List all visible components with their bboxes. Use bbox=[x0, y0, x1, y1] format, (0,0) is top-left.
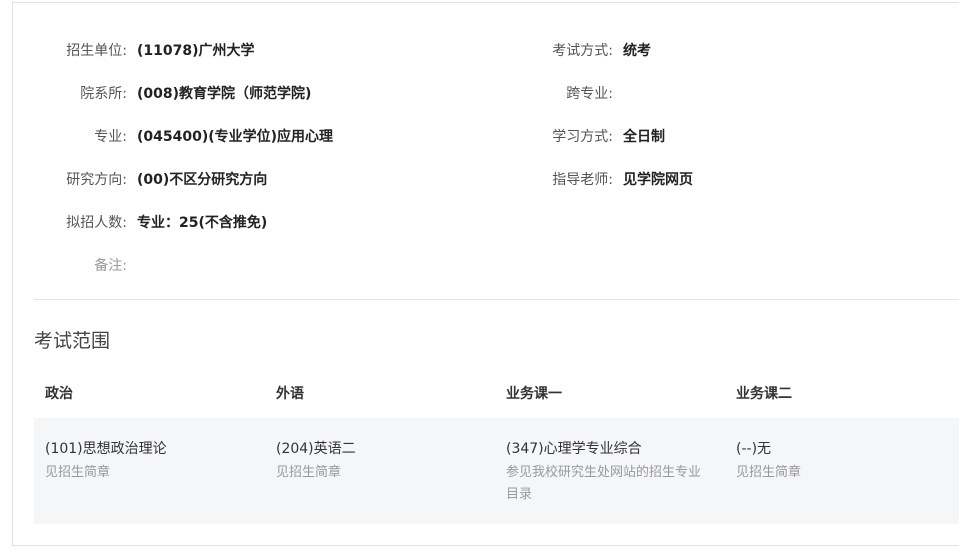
cell-foreign-language: (204)英语二 见招生简章 bbox=[276, 439, 481, 484]
cross-major-label: 跨专业: bbox=[566, 86, 613, 102]
subject-one-note: 参见我校研究生处网站的招生专业目录 bbox=[506, 465, 702, 502]
unit-value: (11078)广州大学 bbox=[137, 43, 255, 59]
unit-label: 招生单位: bbox=[66, 43, 127, 59]
research-direction-value: (00)不区分研究方向 bbox=[137, 172, 268, 188]
program-detail-panel: 招生单位: (11078)广州大学 院系所: (008)教育学院（师范学院) 专… bbox=[12, 2, 959, 546]
header-foreign-language: 外语 bbox=[276, 386, 304, 402]
major-value: (045400)(专业学位)应用心理 bbox=[137, 129, 334, 145]
department-value: (008)教育学院（师范学院) bbox=[137, 86, 312, 102]
section-divider bbox=[34, 299, 959, 300]
exam-scope-title: 考试范围 bbox=[34, 330, 111, 352]
supervisor-label: 指导老师: bbox=[552, 172, 613, 188]
header-subject-one: 业务课一 bbox=[506, 386, 562, 402]
subject-one-subject: (347)心理学专业综合 bbox=[506, 441, 642, 457]
enrollment-label: 拟招人数: bbox=[66, 215, 127, 231]
research-direction-label: 研究方向: bbox=[66, 172, 127, 188]
study-mode-label: 学习方式: bbox=[552, 129, 613, 145]
exam-method-value: 统考 bbox=[623, 43, 651, 59]
politics-note: 见招生简章 bbox=[45, 465, 111, 480]
header-politics: 政治 bbox=[45, 386, 73, 402]
exam-method-label: 考试方式: bbox=[552, 43, 613, 59]
study-mode-value: 全日制 bbox=[623, 129, 665, 145]
enrollment-value: 专业：25(不含推免) bbox=[137, 215, 268, 231]
subject-two-subject: (--)无 bbox=[736, 441, 772, 457]
cell-subject-one: (347)心理学专业综合 参见我校研究生处网站的招生专业目录 bbox=[506, 439, 711, 506]
foreign-language-subject: (204)英语二 bbox=[276, 441, 356, 457]
subject-two-note: 见招生简章 bbox=[736, 465, 802, 480]
header-subject-two: 业务课二 bbox=[736, 386, 792, 402]
politics-subject: (101)思想政治理论 bbox=[45, 441, 167, 457]
remarks-label: 备注: bbox=[94, 258, 127, 274]
cell-politics: (101)思想政治理论 见招生简章 bbox=[45, 439, 250, 484]
major-label: 专业: bbox=[94, 129, 127, 145]
supervisor-value: 见学院网页 bbox=[623, 172, 693, 188]
foreign-language-note: 见招生简章 bbox=[276, 465, 342, 480]
department-label: 院系所: bbox=[80, 86, 127, 102]
cell-subject-two: (--)无 见招生简章 bbox=[736, 439, 941, 484]
